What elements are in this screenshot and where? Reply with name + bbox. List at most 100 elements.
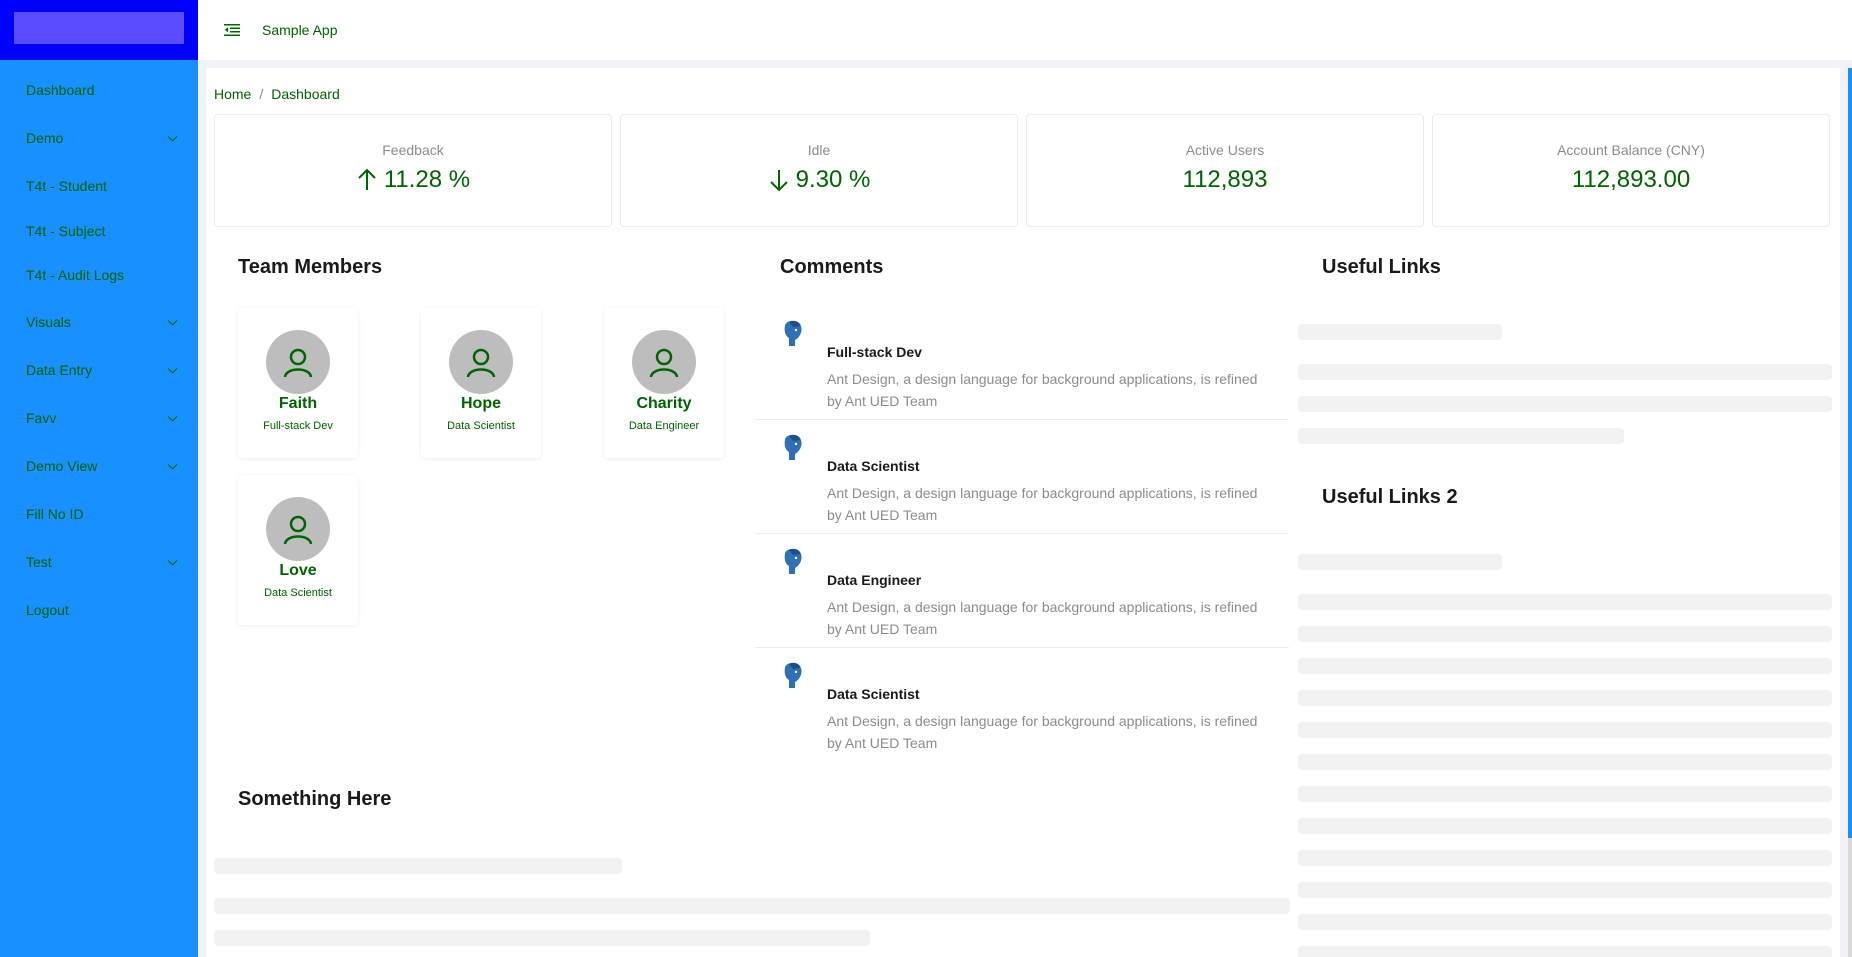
chevron-down-icon [167,459,178,470]
stat-value-row: 11.28 % [215,166,611,194]
comment-item: Data Engineer Ant Design, a design langu… [755,534,1289,648]
chevron-down-icon [167,555,178,566]
sidebar-item-test[interactable]: Test [0,538,198,586]
sidebar-item-label: T4t - Student [26,178,107,194]
comment-item: Data Scientist Ant Design, a design lang… [755,648,1289,762]
sidebar-item-label: Demo [26,130,64,146]
useful-links-2-title: Useful Links 2 [1322,486,1458,508]
stat-value: 112,893 [1182,166,1268,193]
skeleton-title [214,858,622,874]
user-avatar-icon [781,660,805,688]
comment-text: Ant Design, a design language for backgr… [827,485,1258,523]
skeleton-line [1298,364,1832,380]
logo-area [0,0,198,60]
main-content: Home / Dashboard Feedback 11.28 % Idle 9… [206,68,1840,957]
sidebar: Dashboard Demo T4t - Student T4t - Subje… [0,0,198,957]
stat-card-idle: Idle 9.30 % [620,114,1018,227]
something-here-title: Something Here [238,788,392,810]
user-avatar-icon [781,546,805,574]
comment-item: Full-stack Dev Ant Design, a design lang… [755,306,1289,420]
skeleton-title [1298,554,1502,570]
sidebar-item-label: Visuals [26,314,71,330]
comment-author: Data Scientist [827,686,920,702]
sidebar-item-logout[interactable]: Logout [0,586,198,634]
arrow-up-icon [356,167,378,193]
useful-links-title: Useful Links [1322,256,1441,278]
member-name: Hope [461,395,501,412]
sidebar-item-demo-view[interactable]: Demo View [0,442,198,490]
sidebar-item-dashboard[interactable]: Dashboard [0,66,198,114]
member-role: Data Scientist [447,420,515,432]
member-card-love[interactable]: Love Data Scientist [238,475,358,625]
user-icon [266,497,330,561]
skeleton-line [214,930,870,946]
member-role: Data Scientist [264,587,332,599]
logo[interactable] [14,12,184,44]
team-members-title: Team Members [238,256,383,278]
user-icon [632,330,696,394]
chevron-down-icon [167,363,178,374]
comment-item: Data Scientist Ant Design, a design lang… [755,420,1289,534]
breadcrumb-current: Dashboard [271,86,340,102]
sidebar-item-label: T4t - Subject [26,223,106,239]
comment-author: Data Scientist [827,458,920,474]
member-role: Data Engineer [628,420,700,432]
arrow-down-icon [768,167,790,193]
sidebar-item-visuals[interactable]: Visuals [0,298,198,346]
sidebar-item-fill-no-id[interactable]: Fill No ID [0,490,198,538]
sidebar-item-label: Demo View [26,458,98,474]
stat-value: 112,893.00 [1571,166,1691,193]
sidebar-item-label: Logout [26,602,69,618]
sidebar-item-t4t-audit-logs[interactable]: T4t - Audit Logs [0,252,198,298]
user-avatar-icon [781,318,805,346]
stat-value: 11.28 % [383,166,471,193]
skeleton-line [1298,786,1832,802]
scrollbar-thumb[interactable] [1848,68,1852,838]
chevron-down-icon [167,411,178,422]
scrollbar-track[interactable] [1848,838,1852,957]
stat-card-feedback: Feedback 11.28 % [214,114,612,227]
breadcrumb-home[interactable]: Home [214,86,251,102]
member-card-faith[interactable]: Faith Full-stack Dev [238,308,358,458]
app-title: Sample App [262,22,338,38]
skeleton-line [1298,914,1832,930]
sidebar-item-label: T4t - Audit Logs [26,267,125,283]
member-name: Charity [636,395,692,412]
comment-author: Data Engineer [827,572,922,588]
skeleton-line [1298,850,1832,866]
user-avatar-icon [781,432,805,460]
top-header: Sample App [198,0,1852,60]
sidebar-item-label: Test [26,554,52,570]
sidebar-item-label: Data Entry [26,362,93,378]
menu-fold-icon[interactable] [222,20,242,40]
skeleton-line [1298,946,1832,957]
member-card-hope[interactable]: Hope Data Scientist [421,308,541,458]
sidebar-item-label: Fill No ID [26,506,84,522]
sidebar-item-data-entry[interactable]: Data Entry [0,346,198,394]
comment-text: Ant Design, a design language for backgr… [827,713,1258,751]
user-icon [266,330,330,394]
skeleton-line [1298,690,1832,706]
stat-title: Account Balance (CNY) [1557,142,1705,158]
sidebar-item-t4t-subject[interactable]: T4t - Subject [0,210,198,252]
sidebar-item-label: Dashboard [26,82,95,98]
stat-title: Idle [807,142,831,158]
sidebar-item-label: Favv [26,410,57,426]
stat-value-row: 9.30 % [621,166,1017,194]
sidebar-item-demo[interactable]: Demo [0,114,198,162]
skeleton-line [1298,658,1832,674]
stat-card-account-balance: Account Balance (CNY) 112,893.00 [1432,114,1830,227]
chevron-down-icon [167,131,178,142]
stat-card-active-users: Active Users 112,893 [1026,114,1424,227]
stat-title: Active Users [1185,142,1265,158]
sidebar-menu: Dashboard Demo T4t - Student T4t - Subje… [0,60,198,634]
skeleton-line [1298,594,1832,610]
user-icon [449,330,513,394]
stat-value: 9.30 % [795,166,871,193]
member-role: Full-stack Dev [263,420,333,432]
sidebar-item-t4t-student[interactable]: T4t - Student [0,162,198,210]
skeleton-line [1298,722,1832,738]
comments-title: Comments [780,256,884,278]
sidebar-item-favv[interactable]: Favv [0,394,198,442]
member-card-charity[interactable]: Charity Data Engineer [604,308,724,458]
